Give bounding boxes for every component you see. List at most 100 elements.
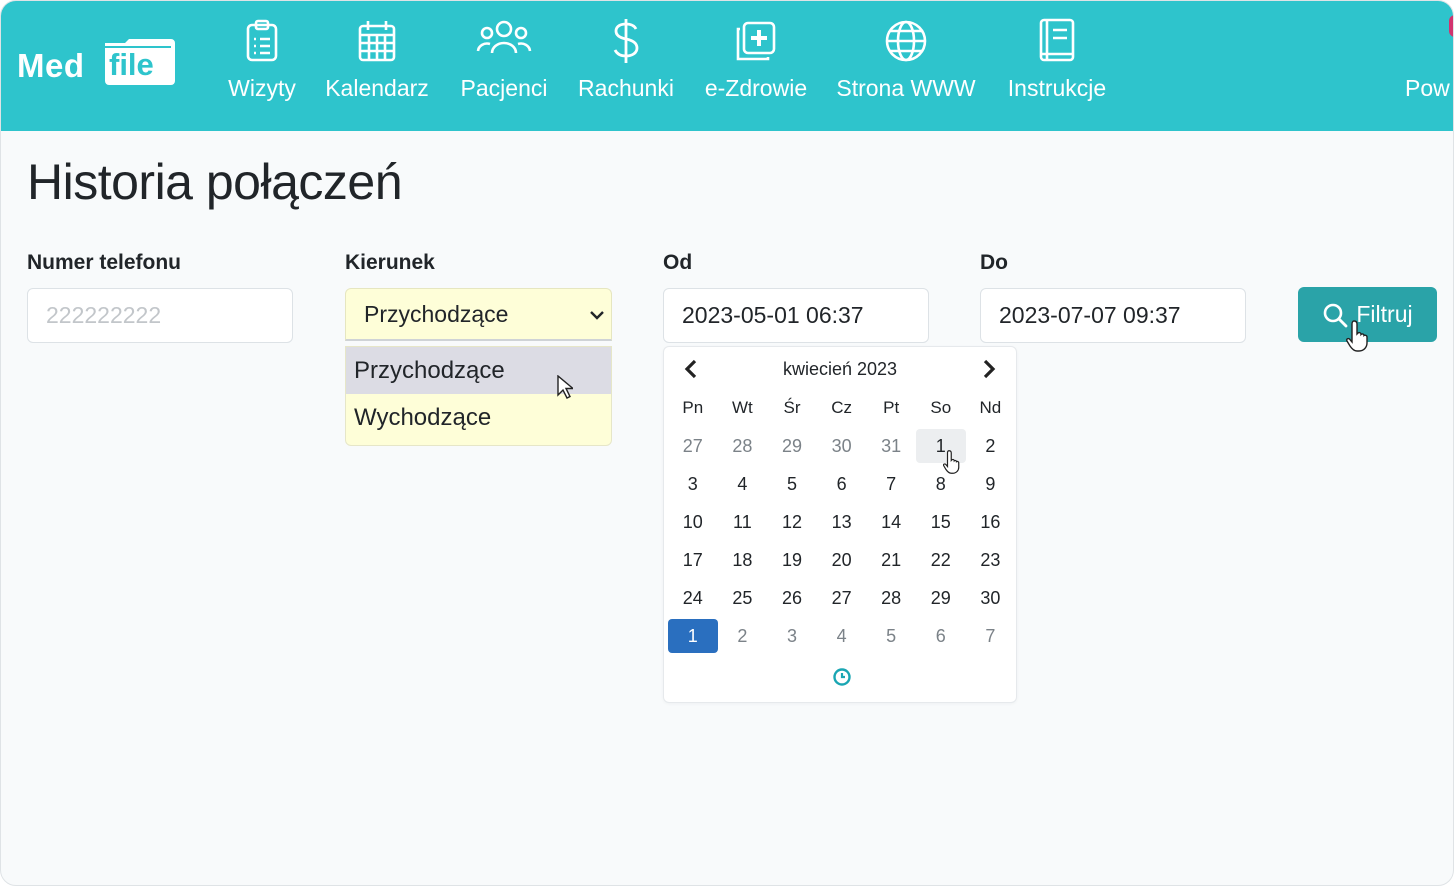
calendar-day[interactable]: 7 [966, 619, 1016, 653]
nav-label: Rachunki [578, 75, 674, 101]
calendar-week-row: 27 28 29 30 31 1 2 [668, 429, 1015, 467]
calendar-day[interactable]: 15 [916, 505, 966, 539]
weekday-label: Nd [979, 398, 1002, 417]
calendar-day[interactable]: 2 [718, 619, 768, 653]
chevron-right-icon[interactable] [980, 359, 998, 379]
direction-select[interactable]: Przychodzące [345, 288, 612, 341]
datepicker-popup: kwiecień 2023 Pn Wt Śr Cz Pt So Nd 27 28… [663, 346, 1017, 703]
calendar-header: kwiecień 2023 [664, 355, 1018, 385]
users-icon [476, 17, 532, 65]
nav-item-overflow[interactable]: Pow [1405, 75, 1450, 102]
calendar-week-row: 10 11 12 13 14 15 16 [668, 505, 1015, 543]
calendar-day[interactable]: 22 [916, 543, 966, 577]
calendar-day[interactable]: 3 [767, 619, 817, 653]
calendar-day[interactable]: 28 [866, 581, 916, 615]
nav-item-instrukcje[interactable]: Instrukcje [1001, 17, 1113, 117]
calendar-day[interactable]: 30 [966, 581, 1016, 615]
calendar-day[interactable]: 7 [866, 467, 916, 501]
nav-item-e-zdrowie[interactable]: e-Zdrowie [701, 17, 811, 117]
calendar-day[interactable]: 31 [866, 429, 916, 463]
weekday-label: Śr [783, 398, 801, 417]
calendar-day[interactable]: 29 [767, 429, 817, 463]
logo-text-file: file [109, 47, 154, 82]
calendar-month-title[interactable]: kwiecień 2023 [664, 359, 1016, 380]
to-date-input[interactable]: 2023-07-07 09:37 [980, 288, 1246, 343]
direction-label: Kierunek [345, 251, 435, 274]
nav-label: Pacjenci [460, 75, 548, 101]
calendar-day[interactable]: 10 [668, 505, 718, 539]
calendar-day[interactable]: 16 [966, 505, 1016, 539]
page-title: Historia połączeń [27, 154, 403, 210]
weekday-label: Cz [831, 398, 852, 417]
medfile-logo[interactable]: Med file [15, 33, 185, 89]
calendar-day[interactable]: 6 [916, 619, 966, 653]
calendar-day[interactable]: 2 [966, 429, 1016, 463]
calendar-day[interactable]: 23 [966, 543, 1016, 577]
from-date-input[interactable]: 2023-05-01 06:37 [663, 288, 929, 343]
hand-cursor-icon [1346, 320, 1368, 352]
calendar-day[interactable]: 21 [866, 543, 916, 577]
calendar-day[interactable]: 26 [767, 581, 817, 615]
calendar-day[interactable]: 27 [668, 429, 718, 463]
from-label: Od [663, 251, 693, 274]
calendar-day[interactable]: 12 [767, 505, 817, 539]
calendar-day[interactable]: 5 [866, 619, 916, 653]
weekday-label: Pn [682, 398, 704, 417]
nav-label: e-Zdrowie [704, 75, 808, 101]
calendar-day[interactable]: 3 [668, 467, 718, 501]
top-navbar: Med file Wizyty Kalendarz Pacjenci Rachu… [1, 1, 1453, 131]
calendar-week-row: 3 4 5 6 7 8 9 [668, 467, 1015, 505]
calendar-weekday-row: Pn Wt Śr Cz Pt So Nd [668, 391, 1015, 429]
logo-text-med: Med [17, 47, 85, 84]
book-icon [1035, 17, 1079, 65]
phone-input[interactable]: 222222222 [27, 288, 293, 343]
direction-selected-value: Przychodzące [364, 300, 509, 327]
weekday-label: Pt [883, 398, 900, 417]
notification-dot [1449, 15, 1453, 37]
nav-label: Instrukcje [1007, 75, 1107, 101]
calendar-day[interactable]: 6 [817, 467, 867, 501]
calendar-day[interactable]: 30 [817, 429, 867, 463]
calendar-day[interactable]: 24 [668, 581, 718, 615]
nav-label: Strona WWW [836, 75, 976, 101]
nav-label: Kalendarz [325, 75, 429, 101]
clock-icon[interactable] [832, 667, 852, 687]
nav-item-kalendarz[interactable]: Kalendarz [321, 17, 433, 117]
clipboard-list-icon [240, 17, 284, 65]
calendar-day[interactable]: 17 [668, 543, 718, 577]
calendar-day[interactable]: 4 [718, 467, 768, 501]
calendar-day[interactable]: 5 [767, 467, 817, 501]
nav-item-pacjenci[interactable]: Pacjenci [455, 17, 553, 117]
to-label: Do [980, 251, 1008, 274]
calendar-grid: Pn Wt Śr Cz Pt So Nd 27 28 29 30 31 1 2 … [668, 391, 1015, 657]
nav-label: Wizyty [228, 75, 296, 101]
calendar-day[interactable]: 4 [817, 619, 867, 653]
dollar-icon [604, 17, 648, 65]
app-window: Med file Wizyty Kalendarz Pacjenci Rachu… [0, 0, 1454, 886]
medical-plus-icon [734, 17, 778, 65]
calendar-day[interactable]: 25 [718, 581, 768, 615]
calendar-day[interactable]: 11 [718, 505, 768, 539]
nav-item-rachunki[interactable]: Rachunki [575, 17, 677, 117]
globe-icon [884, 17, 928, 65]
hand-cursor-icon [943, 450, 960, 474]
weekday-label: So [930, 398, 952, 417]
calendar-day[interactable]: 27 [817, 581, 867, 615]
phone-label: Numer telefonu [27, 251, 182, 274]
calendar-day[interactable]: 13 [817, 505, 867, 539]
calendar-day[interactable]: 28 [718, 429, 768, 463]
calendar-day[interactable]: 29 [916, 581, 966, 615]
calendar-day[interactable]: 14 [866, 505, 916, 539]
search-icon [1324, 303, 1348, 327]
direction-option-wychodzace[interactable]: Wychodzące [346, 394, 611, 441]
calendar-day-selected[interactable]: 1 [668, 619, 718, 653]
calendar-day[interactable]: 18 [718, 543, 768, 577]
calendar-day[interactable]: 9 [966, 467, 1016, 501]
chevron-down-icon [590, 311, 604, 320]
nav-item-strona-www[interactable]: Strona WWW [833, 17, 979, 117]
calendar-week-row: 24 25 26 27 28 29 30 [668, 581, 1015, 619]
calendar-day[interactable]: 20 [817, 543, 867, 577]
nav-item-wizyty[interactable]: Wizyty [223, 17, 301, 117]
calendar-icon [355, 17, 399, 65]
calendar-day[interactable]: 19 [767, 543, 817, 577]
